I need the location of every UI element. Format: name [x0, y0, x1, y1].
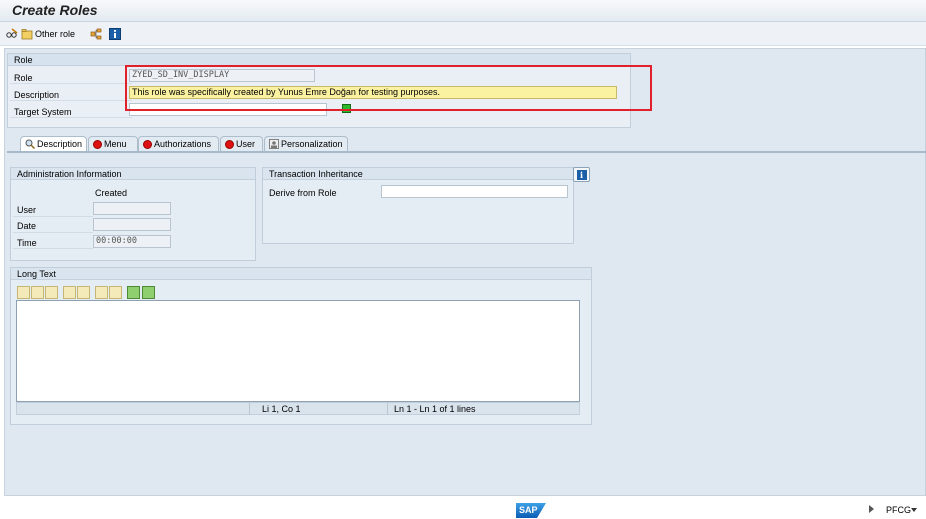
derive-from-role-label: Derive from Role — [269, 188, 337, 198]
redo-icon[interactable] — [77, 286, 90, 299]
administration-header: Administration Information — [11, 168, 255, 180]
tab-authorizations-label: Authorizations — [154, 138, 212, 149]
other-role-button[interactable]: Other role — [21, 27, 75, 41]
created-time-field: 00:00:00 — [93, 235, 171, 248]
tab-personalization[interactable]: Personalization — [264, 136, 348, 151]
open-folder-icon — [21, 29, 33, 40]
transaction-inheritance-panel: Transaction Inheritance Derive from Role — [262, 167, 574, 244]
chevron-down-icon[interactable] — [911, 508, 917, 512]
copy-icon[interactable] — [31, 286, 44, 299]
created-date-field — [93, 218, 171, 231]
cut-icon[interactable] — [17, 286, 30, 299]
tab-menu-label: Menu — [104, 138, 127, 149]
hierarchy-icon — [90, 28, 102, 40]
cursor-position: Li 1, Co 1 — [262, 404, 301, 414]
editor-status-bar: Li 1, Co 1 Ln 1 - Ln 1 of 1 lines — [16, 402, 580, 415]
find-next-icon[interactable] — [109, 286, 122, 299]
info-icon: i — [576, 169, 587, 180]
tab-personalization-label: Personalization — [281, 138, 343, 149]
undo-icon[interactable] — [63, 286, 76, 299]
derive-from-role-field[interactable] — [381, 185, 568, 198]
tab-user-label: User — [236, 138, 256, 149]
long-text-editor[interactable] — [16, 300, 580, 402]
title-bar: Create Roles — [0, 0, 926, 22]
status-separator — [387, 403, 388, 415]
status-separator — [249, 403, 250, 415]
tab-description-label: Description — [37, 138, 83, 149]
tab-authorizations[interactable]: Authorizations — [138, 136, 219, 151]
date-label: Date — [17, 221, 37, 231]
time-label: Time — [17, 238, 37, 248]
display-change-button[interactable] — [6, 27, 18, 41]
status-bar — [0, 496, 926, 519]
description-label: Description — [14, 90, 60, 100]
inheritance-info-button[interactable]: i — [573, 167, 590, 182]
role-label: Role — [14, 73, 33, 83]
application-toolbar: Other role — [0, 22, 926, 46]
personalization-icon — [269, 139, 279, 149]
tab-description[interactable]: Description — [20, 136, 87, 151]
find-icon[interactable] — [95, 286, 108, 299]
tab-menu[interactable]: Menu — [88, 136, 138, 151]
page-title: Create Roles — [12, 2, 98, 18]
user-label: User — [17, 205, 37, 215]
information-button[interactable] — [109, 27, 121, 41]
transaction-code[interactable]: PFCG — [886, 505, 911, 515]
save-local-file-icon[interactable] — [142, 286, 155, 299]
created-user-field — [93, 202, 171, 215]
info-icon — [109, 28, 121, 40]
status-red-icon — [225, 139, 234, 149]
glasses-pencil-icon — [6, 28, 18, 38]
hierarchy-button[interactable] — [90, 27, 102, 41]
transaction-inheritance-header: Transaction Inheritance — [263, 168, 573, 180]
load-local-file-icon[interactable] — [127, 286, 140, 299]
target-system-label: Target System — [14, 107, 72, 117]
line-count: Ln 1 - Ln 1 of 1 lines — [394, 404, 476, 414]
status-red-icon — [93, 139, 102, 149]
created-column-header: Created — [95, 188, 128, 198]
long-text-header: Long Text — [11, 268, 591, 280]
other-role-label: Other role — [35, 29, 76, 39]
magnifier-icon — [25, 139, 35, 149]
expand-status-icon[interactable] — [869, 505, 874, 513]
tab-underline — [7, 151, 926, 153]
paste-icon[interactable] — [45, 286, 58, 299]
highlight-frame — [125, 65, 652, 111]
tab-user[interactable]: User — [220, 136, 263, 151]
status-red-icon — [143, 139, 152, 149]
